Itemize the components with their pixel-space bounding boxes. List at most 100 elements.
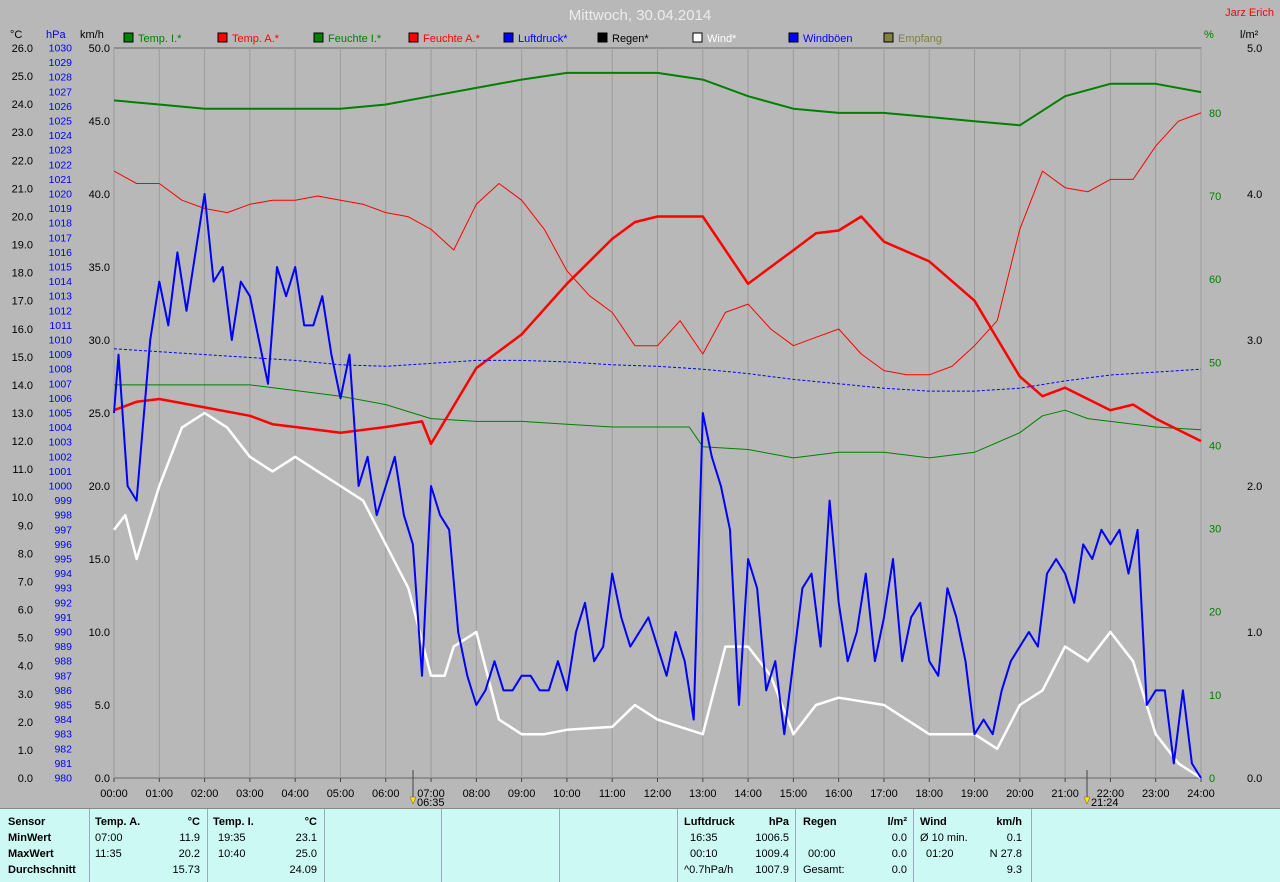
legend-label: Empfang [898, 33, 942, 45]
x-tick-label: 00:00 [100, 788, 128, 800]
temp-i-max-time: 10:40 [218, 848, 246, 860]
chart-title: Mittwoch, 30.04.2014 [569, 7, 712, 24]
temp-tick-label: 21.0 [12, 183, 33, 195]
pressure-tick-label: 985 [54, 700, 72, 712]
pressure-tick-label: 1006 [49, 393, 73, 405]
event-marker-label: 06:35 [417, 797, 445, 808]
humidity-axis-unit: % [1204, 29, 1214, 41]
temp-tick-label: 4.0 [18, 661, 33, 673]
column-divider [89, 809, 90, 882]
temp-tick-label: 11.0 [12, 464, 33, 476]
x-tick-label: 21:00 [1051, 788, 1079, 800]
temp-tick-label: 12.0 [12, 436, 33, 448]
legend-swatch [123, 32, 134, 43]
row-label-avg: Durchschnitt [8, 864, 76, 876]
x-tick-label: 20:00 [1006, 788, 1034, 800]
wind-avg10-label: Ø 10 min. [920, 832, 968, 844]
legend-swatch [788, 32, 799, 43]
wind-avg10-value: 0.1 [1006, 832, 1022, 844]
pressure-unit: hPa [768, 816, 789, 828]
x-tick-label: 02:00 [191, 788, 219, 800]
temp-tick-label: 5.0 [18, 633, 33, 645]
pressure-tick-label: 1022 [49, 159, 73, 171]
wind-tick-label: 10.0 [89, 627, 110, 639]
event-marker-label: 21:24 [1091, 797, 1119, 808]
author-label: Jarz Erich [1225, 7, 1274, 19]
wind-tick-label: 20.0 [89, 481, 110, 493]
temp-tick-label: 18.0 [12, 268, 33, 280]
pressure-tick-label: 1009 [49, 349, 73, 361]
pressure-avg-value: 1007.9 [755, 864, 789, 876]
temp-tick-label: 25.0 [12, 71, 33, 83]
temp-i-avg-value: 24.09 [289, 864, 317, 876]
wind-tick-label: 50.0 [89, 43, 110, 55]
temp-a-unit: °C [187, 816, 200, 828]
x-tick-label: 08:00 [463, 788, 491, 800]
pressure-axis-unit: hPa [46, 29, 66, 41]
rain-total-label: Gesamt: [803, 864, 845, 876]
legend-label: Temp. A.* [232, 33, 280, 45]
legend-label: Feuchte A.* [423, 33, 481, 45]
rain-unit: l/m² [887, 816, 907, 828]
pressure-tick-label: 1000 [49, 481, 73, 493]
pressure-tick-label: 1024 [49, 130, 73, 142]
temp-tick-label: 0.0 [18, 773, 33, 785]
wind-axis-unit: km/h [80, 29, 104, 41]
column-divider [795, 809, 796, 882]
pressure-header: Luftdruck [684, 816, 735, 828]
humidity-tick-label: 40 [1209, 440, 1221, 452]
legend-label: Temp. I.* [138, 33, 182, 45]
temp-tick-label: 17.0 [12, 296, 33, 308]
legend: Temp. I.* Temp. A.* Feuchte I.* Feuchte A.*… [123, 32, 942, 45]
humidity-tick-label: 70 [1209, 191, 1221, 203]
humidity-tick-label: 30 [1209, 524, 1221, 536]
temp-tick-label: 14.0 [12, 380, 33, 392]
x-tick-label: 12:00 [644, 788, 672, 800]
wind-unit: km/h [996, 816, 1022, 828]
pressure-tick-label: 1002 [49, 451, 73, 463]
rain-max-value: 0.0 [891, 848, 907, 860]
rain-tick-label: 5.0 [1247, 43, 1262, 55]
legend-swatch [408, 32, 419, 43]
legend-label: Wind* [707, 33, 737, 45]
humidity-tick-label: 60 [1209, 274, 1221, 286]
pressure-tick-label: 1029 [49, 57, 73, 69]
temp-tick-label: 2.0 [18, 717, 33, 729]
temp-tick-label: 13.0 [12, 408, 33, 420]
rain-max-time: 00:00 [808, 848, 836, 860]
temp-i-min-value: 23.1 [295, 832, 317, 844]
legend-swatch [883, 32, 894, 43]
temp-tick-label: 9.0 [18, 520, 33, 532]
pressure-tick-label: 1020 [49, 189, 73, 201]
legend-swatch [313, 32, 324, 43]
pressure-tick-label: 986 [54, 685, 72, 697]
pressure-tick-label: 1026 [49, 101, 73, 113]
legend-label: Feuchte I.* [328, 33, 382, 45]
pressure-tick-label: 981 [54, 758, 72, 770]
x-tick-label: 03:00 [236, 788, 264, 800]
temp-a-avg-value: 15.73 [172, 864, 200, 876]
x-tick-label: 15:00 [780, 788, 808, 800]
temp-a-min-value: 11.9 [179, 832, 200, 844]
column-divider [441, 809, 442, 882]
legend-swatch [503, 32, 514, 43]
pressure-tick-label: 1021 [49, 174, 73, 186]
pressure-tick-label: 989 [54, 641, 72, 653]
temp-i-max-value: 25.0 [295, 848, 317, 860]
column-divider [1031, 809, 1032, 882]
x-tick-label: 16:00 [825, 788, 853, 800]
pressure-tick-label: 1027 [49, 86, 73, 98]
temp-i-min-time: 19:35 [218, 832, 246, 844]
x-tick-label: 06:00 [372, 788, 400, 800]
rain-tick-label: 2.0 [1247, 481, 1262, 493]
temp-tick-label: 15.0 [12, 352, 33, 364]
wind-max-value: N 27.8 [989, 848, 1022, 860]
rain-axis-unit: l/m² [1240, 29, 1259, 41]
pressure-tick-label: 1004 [49, 422, 73, 434]
pressure-tick-label: 997 [54, 524, 72, 536]
pressure-tick-label: 1001 [49, 466, 73, 478]
pressure-tick-label: 1017 [49, 232, 73, 244]
pressure-tick-label: 1005 [49, 408, 73, 420]
legend-swatch [217, 32, 228, 43]
temp-i-unit: °C [304, 816, 317, 828]
